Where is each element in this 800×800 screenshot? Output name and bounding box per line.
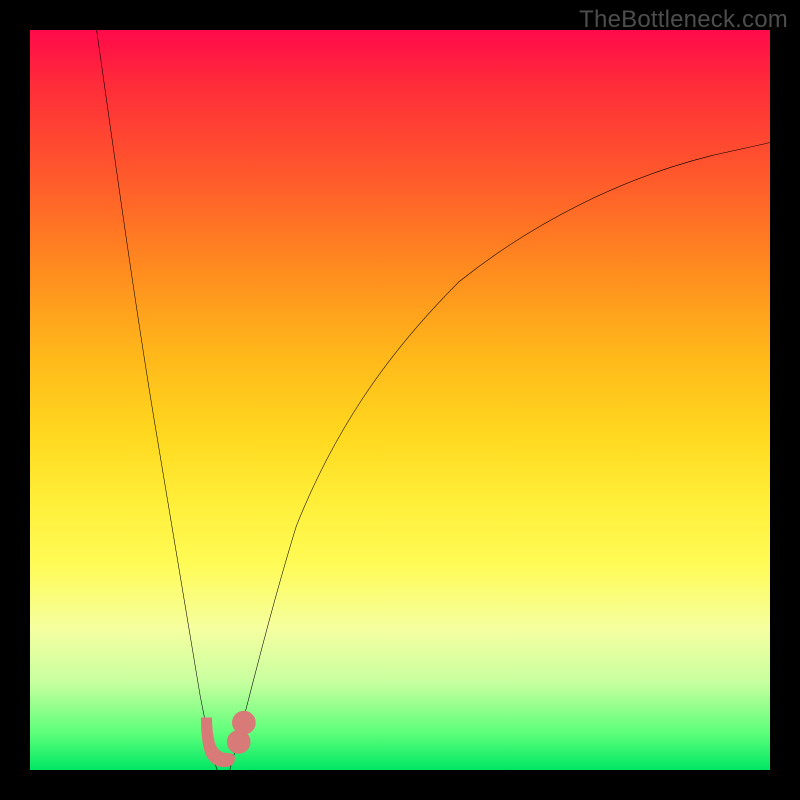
plot-area — [30, 30, 770, 770]
curve-right — [230, 142, 770, 770]
watermark-text: TheBottleneck.com — [579, 6, 788, 34]
curve-left — [97, 30, 218, 770]
marker-cluster — [202, 715, 252, 767]
chart-svg — [30, 30, 770, 770]
outer-frame: TheBottleneck.com — [0, 0, 800, 800]
